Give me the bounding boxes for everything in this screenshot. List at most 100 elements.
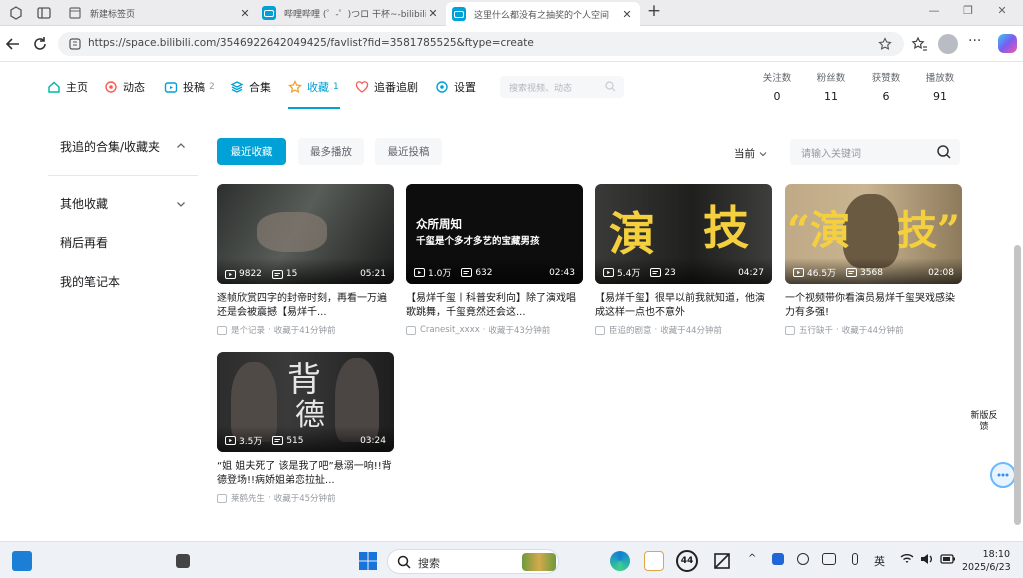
video-title[interactable]: “姐 姐夫死了 该是我了吧”悬溺一响!!背德登场!!病娇姐弟恋拉扯... (217, 460, 394, 488)
app-icon[interactable] (176, 554, 190, 568)
system-clock[interactable]: 18:10 2025/6/23 (962, 548, 1011, 574)
nav-bangumi[interactable]: 追番追剧 (355, 79, 418, 95)
back-arrow-icon[interactable] (4, 35, 22, 53)
minimize-icon[interactable]: — (924, 4, 944, 17)
nav-home[interactable]: 主页 (47, 79, 88, 95)
video-card[interactable]: 9822 15 05:21 逐帧欣赏四字的封帝时刻，再看一万遍还是会被震撼【易烊… (217, 184, 394, 336)
taskbar-search-box[interactable]: 搜索 (387, 549, 559, 574)
scope-dropdown[interactable]: 当前 (734, 146, 767, 161)
shield-icon[interactable] (772, 553, 784, 565)
video-card[interactable]: 演 技 5.4万 23 04:27 【易烊千玺】很早以前我就知道，他演成这样一点… (595, 184, 772, 336)
battery-icon[interactable] (940, 553, 956, 565)
filter-recent-uploads[interactable]: 最近投稿 (375, 138, 442, 165)
search-icon[interactable] (936, 144, 952, 160)
tab-new-tab-page[interactable]: 新建标签页 ✕ (62, 2, 258, 24)
video-title[interactable]: 【易烊千玺】很早以前我就知道，他演成这样一点也不意外 (595, 292, 772, 320)
notification-badge[interactable]: 44 (676, 550, 698, 572)
show-hidden-icons[interactable]: ^ (748, 553, 756, 564)
keyword-search-input[interactable]: 请输入关键词 (790, 139, 960, 165)
tab-bilibili-home[interactable]: 哔哩哔哩 (゜-゜)つロ 干杯~-bilibili ✕ (256, 2, 446, 24)
video-card[interactable]: 背 德 3.5万 515 03:24 “姐 姐夫死了 该是我了吧”悬溺一响!!背… (217, 352, 394, 504)
stat-following[interactable]: 关注数 0 (755, 70, 799, 103)
play-count-icon (793, 268, 804, 277)
nav-settings[interactable]: 设置 (435, 79, 476, 95)
clock-time: 18:10 (982, 549, 1010, 560)
uploader-name[interactable]: Cranesit_xxxx (420, 325, 480, 335)
thumbnail-caption: 演 (609, 207, 655, 261)
sidebar-item-watch-later[interactable]: 稍后再看 (48, 223, 198, 262)
url-text: https://space.bilibili.com/3546922642049… (88, 37, 534, 49)
wifi-icon[interactable] (900, 553, 914, 565)
stat-followers[interactable]: 粉丝数 11 (809, 70, 853, 103)
nav-uploads[interactable]: 投稿 2 (164, 79, 215, 95)
uploader-name[interactable]: 五行缺千 (799, 324, 833, 336)
search-icon[interactable] (605, 81, 616, 92)
chat-icon[interactable] (822, 553, 836, 565)
video-card[interactable]: “演 技” 46.5万 3568 02:08 一个视频带你看演员易烊千玺哭戏感染… (785, 184, 962, 336)
video-stats: 1.0万 632 02:43 (414, 266, 575, 279)
play-count-icon (225, 269, 236, 279)
nav-label: 合集 (249, 81, 271, 94)
close-tab-icon[interactable]: ✕ (238, 7, 252, 20)
tray-app-icon[interactable] (797, 553, 809, 565)
site-info-icon[interactable] (68, 37, 82, 51)
favorites-icon[interactable] (910, 35, 928, 53)
uploader-name[interactable]: 莱鹤先生 (231, 492, 265, 504)
sidebar-item-other-favorites[interactable]: 其他收藏 (48, 184, 198, 223)
close-tab-icon[interactable]: ✕ (426, 7, 440, 20)
uploader-name[interactable]: 臣追的剧意 (609, 324, 652, 336)
workspaces-icon[interactable] (8, 5, 24, 21)
nav-label: 投稿 (183, 81, 205, 94)
copilot-icon[interactable] (998, 34, 1017, 53)
windows-start-icon[interactable] (358, 551, 378, 571)
video-stats: 9822 15 05:21 (225, 269, 386, 279)
edge-browser-icon[interactable] (610, 551, 630, 571)
video-thumbnail[interactable]: 9822 15 05:21 (217, 184, 394, 284)
nav-dynamics[interactable]: 动态 (104, 79, 145, 95)
filter-recent-favorites[interactable]: 最近收藏 (217, 138, 286, 165)
nav-favorites[interactable]: 收藏 1 (288, 79, 339, 95)
favorite-star-icon[interactable] (878, 37, 892, 51)
microphone-icon[interactable] (852, 553, 858, 565)
video-title[interactable]: 一个视频带你看演员易烊千玺哭戏感染力有多强! (785, 292, 962, 320)
nav-collections[interactable]: 合集 (230, 79, 271, 95)
uploader-icon (785, 325, 795, 335)
filter-most-played[interactable]: 最多播放 (298, 138, 364, 165)
more-menu-icon[interactable]: ··· (968, 33, 981, 49)
new-tab-button[interactable]: + (644, 1, 664, 21)
profile-avatar[interactable] (938, 34, 958, 54)
widgets-icon[interactable] (12, 551, 32, 571)
video-title[interactable]: 逐帧欣赏四字的封帝时刻，再看一万遍还是会被震撼【易烊千... (217, 292, 394, 320)
refresh-icon[interactable] (31, 35, 49, 53)
video-thumbnail[interactable]: 众所周知 千玺是个多才多艺的宝藏男孩 1.0万 632 02:43 (406, 184, 583, 284)
stat-label: 粉丝数 (816, 73, 846, 84)
tab-actions-icon[interactable] (36, 5, 52, 21)
taskbar-app-icon[interactable] (644, 551, 664, 571)
address-bar[interactable]: https://space.bilibili.com/3546922642049… (58, 32, 904, 56)
close-window-icon[interactable]: ✕ (992, 4, 1012, 17)
video-card[interactable]: 众所周知 千玺是个多才多艺的宝藏男孩 1.0万 632 02:43 【易烊千玺丨… (406, 184, 583, 336)
space-search-input[interactable]: 搜索视频、动态 (500, 76, 624, 98)
tab-user-space[interactable]: 这里什么都没有之抽奖的个人空间 ✕ (446, 2, 640, 26)
video-stats: 5.4万 23 04:27 (603, 266, 764, 279)
assistant-bubble-icon[interactable] (990, 462, 1016, 488)
play-count: 46.5万 (807, 269, 837, 279)
sidebar-item-notebook[interactable]: 我的笔记本 (48, 262, 198, 301)
thumbnail-caption: 技” (897, 207, 961, 254)
restore-icon[interactable]: ❐ (958, 4, 978, 17)
followed-collections-header[interactable]: 我追的合集/收藏夹 (48, 125, 198, 167)
nav-label: 设置 (454, 81, 476, 94)
uploader-name[interactable]: 是个记录 (231, 324, 265, 336)
input-method-indicator[interactable]: 英 (874, 553, 885, 569)
video-thumbnail[interactable]: “演 技” 46.5万 3568 02:08 (785, 184, 962, 284)
thumbnail-caption: 千玺是个多才多艺的宝藏男孩 (416, 236, 540, 247)
video-thumbnail[interactable]: 演 技 5.4万 23 04:27 (595, 184, 772, 284)
video-title[interactable]: 【易烊千玺丨科普安利向】除了演戏唱歌跳舞，千玺竟然还会这... (406, 292, 583, 320)
volume-icon[interactable] (920, 553, 934, 565)
taskbar-search-label: 搜索 (418, 557, 440, 570)
video-thumbnail[interactable]: 背 德 3.5万 515 03:24 (217, 352, 394, 452)
page-scrollbar[interactable] (1014, 245, 1021, 525)
snipping-tool-icon[interactable] (712, 551, 732, 571)
close-tab-icon[interactable]: ✕ (620, 8, 634, 21)
new-version-feedback-button[interactable]: 新版反馈 (968, 411, 1000, 433)
